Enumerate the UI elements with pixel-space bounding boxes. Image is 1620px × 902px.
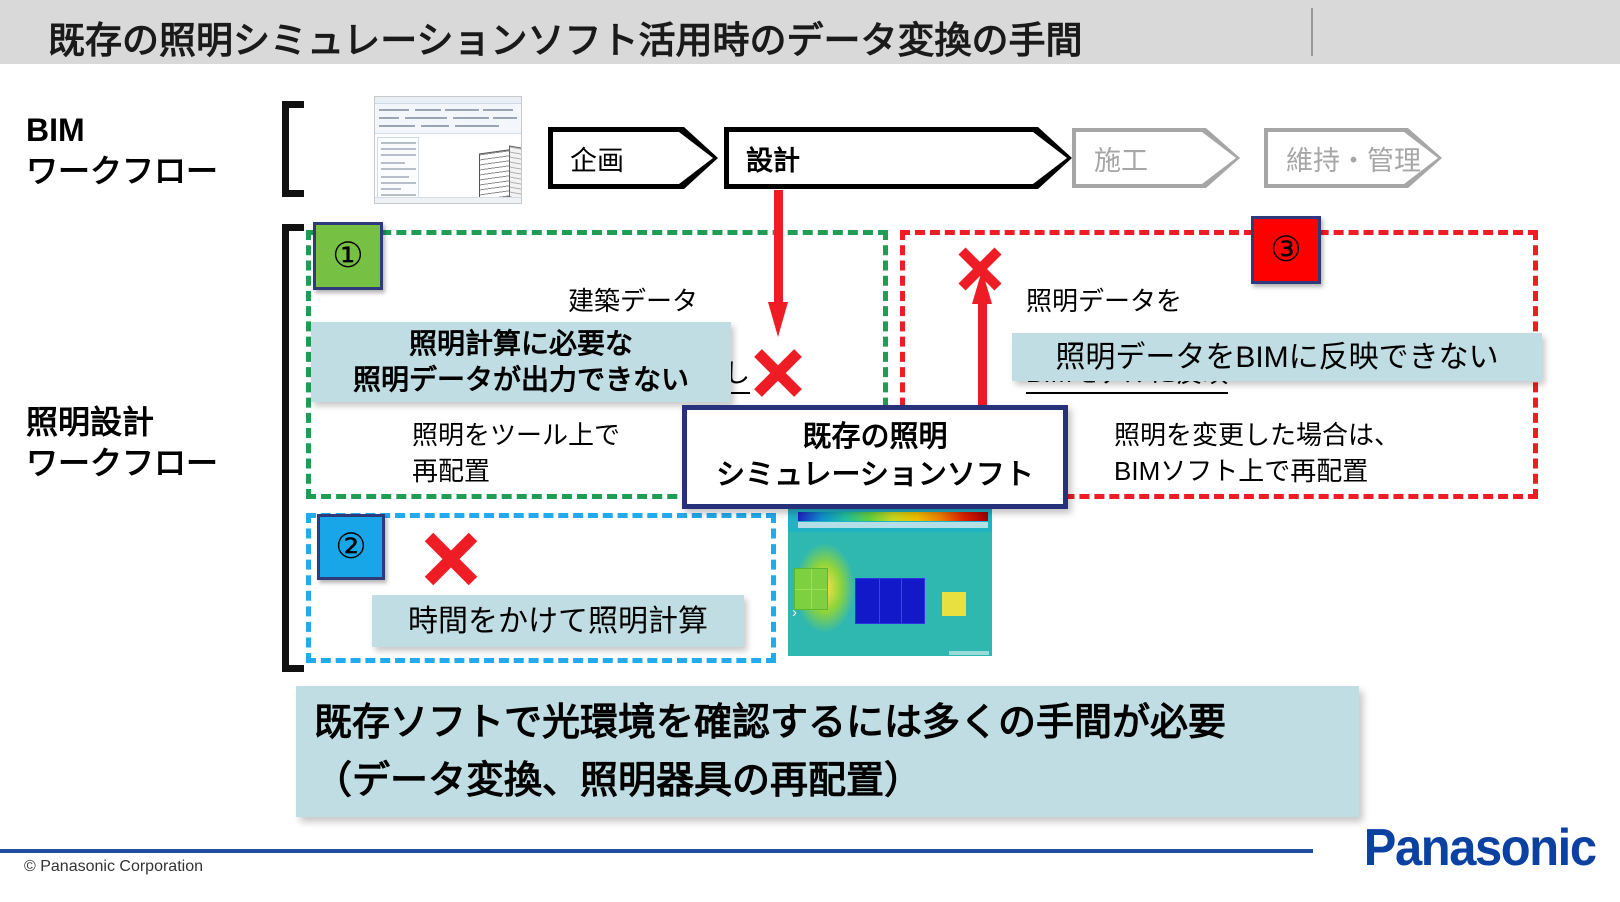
title-divider [1311,8,1313,56]
bim-stage-sekou[interactable]: 施工 [1072,128,1240,188]
page-title: 既存の照明シミュレーションソフト活用時のデータ変換の手間 [48,20,1083,61]
lighting-workflow-label: 照明設計 ワークフロー [26,404,219,481]
bim-stage-label: 設計 [746,145,800,176]
bim-stage-label: 企画 [570,145,624,176]
x-mark-icon [958,247,1002,291]
sim-chevron-icon: › [792,604,797,621]
region-three-next-step: 照明を変更した場合は、 BIMソフト上で再配置 [1114,420,1401,486]
footer-divider [0,849,1313,853]
region-three-step-line1: 照明データを [1026,285,1183,316]
bim-stage-iji-kanri[interactable]: 維持・管理 [1264,128,1442,188]
bim-stage-label: 施工 [1094,145,1148,176]
lighting-simulation-render: › [788,508,992,656]
slide-title-bar: 既存の照明シミュレーションソフト活用時のデータ変換の手間 [0,0,1620,64]
existing-simulation-software-box: 既存の照明 シミュレーションソフト [682,405,1068,509]
bim-row-bracket [282,101,304,197]
badge-step-three: ③ [1251,216,1321,284]
region-three-problem: 照明データをBIMに反映できない [1012,333,1542,381]
bim-workflow-label: BIM ワークフロー [26,112,219,189]
badge-step-one: ① [313,222,383,290]
slide-canvas: 既存の照明シミュレーションソフト活用時のデータ変換の手間 BIM ワークフロー … [0,0,1620,902]
region-two-problem: 時間をかけて照明計算 [372,595,744,647]
bim-model-screenshot [374,96,522,204]
x-mark-icon [424,532,478,586]
region-one-problem: 照明計算に必要な 照明データが出力できない [311,322,731,402]
copyright-text: © Panasonic Corporation [24,858,203,875]
lighting-row-bracket [282,224,304,672]
badge-step-two: ② [317,514,385,580]
conclusion-box: 既存ソフトで光環境を確認するには多くの手間が必要 （データ変換、照明器具の再配置… [296,686,1359,817]
arrow-down-icon [768,190,788,337]
region-one-step-line1: 建築データ [568,285,699,316]
x-mark-icon [754,349,802,397]
bim-stage-sekkei[interactable]: 設計 [724,127,1072,189]
conclusion-line-2: （データ変換、照明器具の再配置） [314,759,923,802]
bim-stage-kikaku[interactable]: 企画 [548,127,718,189]
region-one-next-step: 照明をツール上で 再配置 [412,420,621,486]
bim-stage-label: 維持・管理 [1286,145,1421,176]
conclusion-line-1: 既存ソフトで光環境を確認するには多くの手間が必要 [314,702,1227,744]
panasonic-logo: Panasonic [1364,819,1597,877]
